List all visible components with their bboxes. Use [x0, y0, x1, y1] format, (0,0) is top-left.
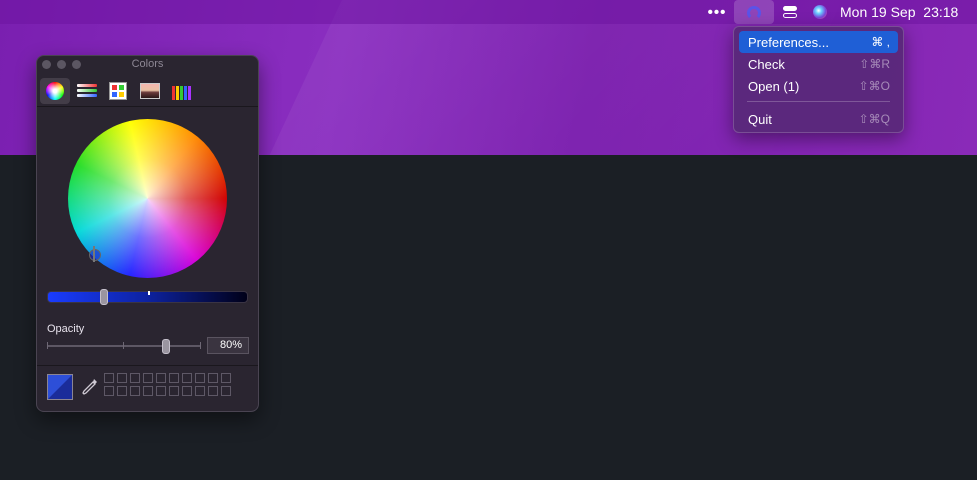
menu-separator: [747, 101, 890, 102]
menu-item-label: Preferences...: [748, 34, 829, 50]
swatch-slot[interactable]: [117, 373, 127, 383]
menu-item-shortcut: ⇧⌘O: [858, 79, 890, 93]
menu-item-shortcut: ⌘ ,: [871, 35, 890, 49]
swatch-slot[interactable]: [143, 373, 153, 383]
swatch-slot[interactable]: [221, 373, 231, 383]
opacity-label: Opacity: [47, 323, 85, 335]
opacity-value-field[interactable]: 80%: [207, 337, 249, 354]
menu-item-shortcut: ⇧⌘Q: [858, 112, 890, 126]
swatch-slot[interactable]: [156, 373, 166, 383]
swatch-slot[interactable]: [221, 386, 231, 396]
opacity-slider-track[interactable]: [47, 342, 201, 349]
brightness-marker: [148, 291, 150, 295]
panel-title: Colors: [131, 58, 164, 70]
eyedropper-icon[interactable]: [81, 377, 99, 397]
swatch-grid: [104, 373, 231, 396]
swatch-slot[interactable]: [169, 373, 179, 383]
color-wheel-icon: [46, 82, 64, 100]
opacity-slider-knob[interactable]: [162, 339, 170, 354]
swatch-slot[interactable]: [195, 386, 205, 396]
color-palettes-icon: [109, 82, 127, 100]
current-color-well[interactable]: [47, 374, 73, 400]
headset-icon: [747, 6, 761, 20]
swatch-slot[interactable]: [195, 373, 205, 383]
tab-color-sliders[interactable]: [72, 78, 102, 104]
swatch-slot[interactable]: [143, 386, 153, 396]
panel-titlebar[interactable]: Colors: [37, 56, 258, 74]
menu-item-open[interactable]: Open (1) ⇧⌘O: [739, 75, 898, 97]
image-palettes-icon: [140, 83, 160, 99]
brightness-slider-knob[interactable]: [100, 289, 108, 305]
swatch-slot[interactable]: [169, 386, 179, 396]
tab-image-palettes[interactable]: [135, 78, 165, 104]
colors-panel: Colors Opacity 80%: [36, 55, 259, 412]
ellipsis-icon[interactable]: •••: [703, 0, 731, 24]
brightness-slider[interactable]: [47, 289, 248, 305]
swatch-slot[interactable]: [156, 386, 166, 396]
swatch-slot[interactable]: [182, 386, 192, 396]
swatch-slot[interactable]: [104, 373, 114, 383]
swatch-slot[interactable]: [104, 386, 114, 396]
clock-date: Mon 19 Sep: [840, 4, 916, 20]
menu-item-label: Quit: [748, 111, 772, 127]
menu-item-preferences[interactable]: Preferences... ⌘ ,: [739, 31, 898, 53]
menu-bar: ••• Mon 19 Sep 23:18: [0, 0, 977, 24]
swatch-slot[interactable]: [208, 386, 218, 396]
tab-pencils[interactable]: [167, 78, 197, 104]
siri-icon[interactable]: [809, 0, 831, 24]
color-wheel-cursor[interactable]: [89, 246, 103, 263]
menu-item-label: Check: [748, 56, 785, 72]
swatch-slot[interactable]: [208, 373, 218, 383]
color-sliders-icon: [77, 83, 97, 99]
menu-item-shortcut: ⇧⌘R: [859, 57, 890, 71]
menu-item-label: Open (1): [748, 78, 800, 94]
app-status-menu[interactable]: [734, 0, 774, 24]
swatch-slot[interactable]: [182, 373, 192, 383]
menu-item-quit[interactable]: Quit ⇧⌘Q: [739, 108, 898, 130]
menu-bar-clock[interactable]: Mon 19 Sep 23:18: [840, 0, 965, 24]
swatch-slot[interactable]: [130, 373, 140, 383]
colors-toolbar: [37, 74, 258, 107]
swatch-slot[interactable]: [117, 386, 127, 396]
status-dropdown-menu: Preferences... ⌘ , Check ⇧⌘R Open (1) ⇧⌘…: [733, 26, 904, 133]
tab-color-wheel[interactable]: [40, 78, 70, 104]
swatch-slot[interactable]: [130, 386, 140, 396]
control-center-icon[interactable]: [779, 0, 801, 24]
menu-item-check[interactable]: Check ⇧⌘R: [739, 53, 898, 75]
tab-color-palettes[interactable]: [103, 78, 133, 104]
clock-time: 23:18: [923, 4, 959, 20]
divider: [37, 365, 258, 366]
pencils-icon: [172, 82, 192, 100]
